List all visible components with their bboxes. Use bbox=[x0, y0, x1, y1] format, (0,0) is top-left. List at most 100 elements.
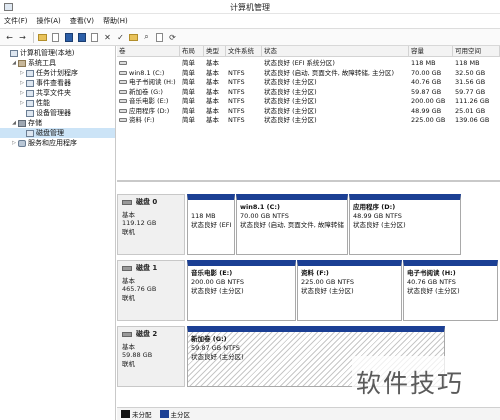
disk-properties-icon[interactable] bbox=[154, 32, 165, 43]
help-icon[interactable] bbox=[63, 32, 74, 43]
cell-text: 简单 bbox=[182, 59, 195, 67]
partition-block[interactable]: win8.1 (C:) 70.00 GB NTFS 状态良好 (启动, 页面文件, … bbox=[236, 194, 348, 255]
tree-item[interactable]: ▷ 任务计划程序 bbox=[0, 68, 115, 78]
disk-type: 基本 bbox=[122, 210, 135, 219]
search-icon[interactable]: ⌕ bbox=[141, 32, 152, 43]
tree-item[interactable]: 设备管理器 bbox=[0, 108, 115, 118]
cell-filesystem: NTFS bbox=[226, 69, 262, 78]
cell-filesystem: NTFS bbox=[226, 88, 262, 97]
disk-info[interactable]: 磁盘 2 基本 59.88 GB 联机 bbox=[117, 326, 185, 387]
cell-volume: 新加卷 (G:) bbox=[117, 88, 180, 97]
cell-status: 状态良好 (主分区) bbox=[262, 88, 409, 97]
legend-primary: 主分区 bbox=[170, 411, 191, 419]
tree-item[interactable]: 磁盘管理 bbox=[0, 128, 115, 138]
cell-volume: 电子书阅读 (H:) bbox=[117, 78, 180, 87]
tree-item[interactable]: ▷ 事件查看器 bbox=[0, 78, 115, 88]
partition-status: 状态良好 (主分区) bbox=[191, 287, 244, 295]
cell-volume: 应用程序 (D:) bbox=[117, 107, 180, 116]
table-row[interactable]: 资料 (F:) 简单 基本 NTFS 状态良好 (主分区) 225.00 GB 139.06… bbox=[117, 116, 500, 125]
table-row[interactable]: 电子书阅读 (H:) 简单 基本 NTFS 状态良好 (主分区) 40.76 GB 31.5… bbox=[117, 78, 500, 87]
cell-type: 基本 bbox=[204, 107, 226, 116]
column-header-volume[interactable]: 卷 bbox=[117, 46, 180, 57]
disk-size: 119.12 GB bbox=[122, 219, 157, 227]
refresh-icon[interactable]: ⟳ bbox=[167, 32, 178, 43]
cell-layout: 简单 bbox=[180, 107, 204, 116]
partition-size: 225.00 GB NTFS bbox=[301, 278, 354, 286]
expand-arrow-icon[interactable]: ◢ bbox=[10, 60, 18, 66]
column-header-capacity[interactable]: 容量 bbox=[409, 46, 453, 57]
volume-list: 卷 布局 类型 文件系统 状态 容量 可用空间 简单 基本 状态良好 (EFI 系统… bbox=[117, 46, 500, 182]
table-row[interactable]: 简单 基本 状态良好 (EFI 系统分区) 118 MB 118 MB bbox=[117, 59, 500, 68]
disk-info[interactable]: 磁盘 0 基本 119.12 GB 联机 bbox=[117, 194, 185, 255]
column-header-type[interactable]: 类型 bbox=[204, 46, 226, 57]
expand-arrow-icon[interactable]: ▷ bbox=[18, 90, 26, 96]
tree-item[interactable]: ▷ 服务和应用程序 bbox=[0, 138, 115, 148]
partition-block[interactable]: 118 MB 状态良好 (EFI bbox=[187, 194, 235, 255]
table-row[interactable]: 新加卷 (G:) 简单 基本 NTFS 状态良好 (主分区) 59.87 GB 59.77 … bbox=[117, 88, 500, 97]
forward-arrow-icon[interactable]: → bbox=[17, 32, 28, 43]
cell-text: 简单 bbox=[182, 87, 195, 96]
partition-block[interactable]: 资料 (F:) 225.00 GB NTFS 状态良好 (主分区) bbox=[297, 260, 402, 321]
open-folder-icon[interactable] bbox=[128, 32, 139, 43]
disk-name-text: 磁盘 0 bbox=[136, 198, 158, 206]
menu-view[interactable]: 查看(V) bbox=[70, 16, 94, 26]
cell-text: 59.77 GB bbox=[455, 87, 486, 96]
partition-block[interactable]: 电子书阅读 (H:) 40.76 GB NTFS 状态良好 (主分区) bbox=[403, 260, 498, 321]
cell-free-space: 25.01 GB bbox=[453, 107, 500, 116]
delete-icon[interactable]: ✕ bbox=[102, 32, 113, 43]
expand-arrow-icon[interactable]: ▷ bbox=[18, 80, 26, 86]
tree-item[interactable]: ▷ 性能 bbox=[0, 98, 115, 108]
device-manager-icon bbox=[26, 109, 34, 117]
tree-item[interactable]: ◢ 系统工具 bbox=[0, 58, 115, 68]
expand-arrow-icon[interactable]: ▷ bbox=[10, 140, 18, 146]
cell-text: 状态良好 (主分区) bbox=[264, 97, 317, 105]
partition-block[interactable]: 音乐电影 (E:) 200.00 GB NTFS 状态良好 (主分区) bbox=[187, 260, 296, 321]
disk-name: 磁盘 1 bbox=[122, 264, 180, 273]
disk-management-icon bbox=[26, 129, 34, 137]
cell-status: 状态良好 (主分区) bbox=[262, 97, 409, 106]
expand-arrow-icon[interactable]: ▷ bbox=[18, 70, 26, 76]
column-header-layout[interactable]: 布局 bbox=[180, 46, 204, 57]
export-list-icon[interactable] bbox=[89, 32, 100, 43]
column-header-free-space[interactable]: 可用空间 bbox=[453, 46, 500, 57]
menu-action[interactable]: 操作(A) bbox=[37, 16, 61, 26]
table-row[interactable]: 音乐电影 (E:) 简单 基本 NTFS 状态良好 (主分区) 200.00 GB 111.… bbox=[117, 97, 500, 106]
disk-name-text: 磁盘 2 bbox=[136, 330, 158, 338]
column-header-status[interactable]: 状态 bbox=[262, 46, 409, 57]
column-header-filesystem[interactable]: 文件系统 bbox=[226, 46, 262, 57]
menu-file[interactable]: 文件(F) bbox=[4, 16, 28, 26]
partition-block[interactable]: 应用程序 (D:) 48.99 GB NTFS 状态良好 (主分区) bbox=[349, 194, 461, 255]
tree-item[interactable]: ▷ 共享文件夹 bbox=[0, 88, 115, 98]
cell-type: 基本 bbox=[204, 116, 226, 125]
up-folder-icon[interactable] bbox=[37, 32, 48, 43]
cell-text: 118 MB bbox=[411, 59, 436, 67]
table-row[interactable]: 应用程序 (D:) 简单 基本 NTFS 状态良好 (主分区) 48.99 GB 25.01… bbox=[117, 107, 500, 116]
disk-info[interactable]: 磁盘 1 基本 465.76 GB 联机 bbox=[117, 260, 185, 321]
expand-arrow-icon[interactable]: ▷ bbox=[18, 100, 26, 106]
disk-name: 磁盘 0 bbox=[122, 198, 180, 207]
disk-status: 联机 bbox=[122, 359, 135, 368]
expand-arrow-icon[interactable]: ◢ bbox=[10, 120, 18, 126]
cell-type: 基本 bbox=[204, 97, 226, 106]
tree-item[interactable]: 计算机管理(本地) bbox=[0, 48, 115, 58]
cell-text: 40.76 GB bbox=[411, 78, 442, 86]
primary-partition-swatch bbox=[159, 410, 169, 418]
back-arrow-icon[interactable]: ← bbox=[4, 32, 15, 43]
tree-item[interactable]: ◢ 存储 bbox=[0, 118, 115, 128]
partition-status: 状态良好 (启动, 页面文件, 故障转储 bbox=[240, 221, 344, 229]
volume-icon bbox=[119, 61, 127, 65]
partition-size: 70.00 GB NTFS bbox=[240, 212, 289, 220]
disk-status: 联机 bbox=[122, 227, 135, 236]
partition-label: 应用程序 (D:) bbox=[353, 203, 396, 211]
properties-icon[interactable] bbox=[76, 32, 87, 43]
cell-text: win8.1 (C:) bbox=[129, 68, 165, 77]
cell-layout: 简单 bbox=[180, 88, 204, 97]
disk-row: 磁盘 0 基本 119.12 GB 联机 118 MB 状态良好 (EFI win8.1 (… bbox=[117, 194, 500, 255]
table-row[interactable]: win8.1 (C:) 简单 基本 NTFS 状态良好 (启动, 页面文件, 故障转储,… bbox=[117, 69, 500, 78]
cell-text: 基本 bbox=[206, 97, 219, 105]
show-hide-tree-icon[interactable] bbox=[50, 32, 61, 43]
cell-text: 基本 bbox=[206, 59, 219, 67]
tree-item-label: 系统工具 bbox=[28, 59, 56, 67]
check-icon[interactable]: ✓ bbox=[115, 32, 126, 43]
menu-help[interactable]: 帮助(H) bbox=[103, 16, 128, 26]
